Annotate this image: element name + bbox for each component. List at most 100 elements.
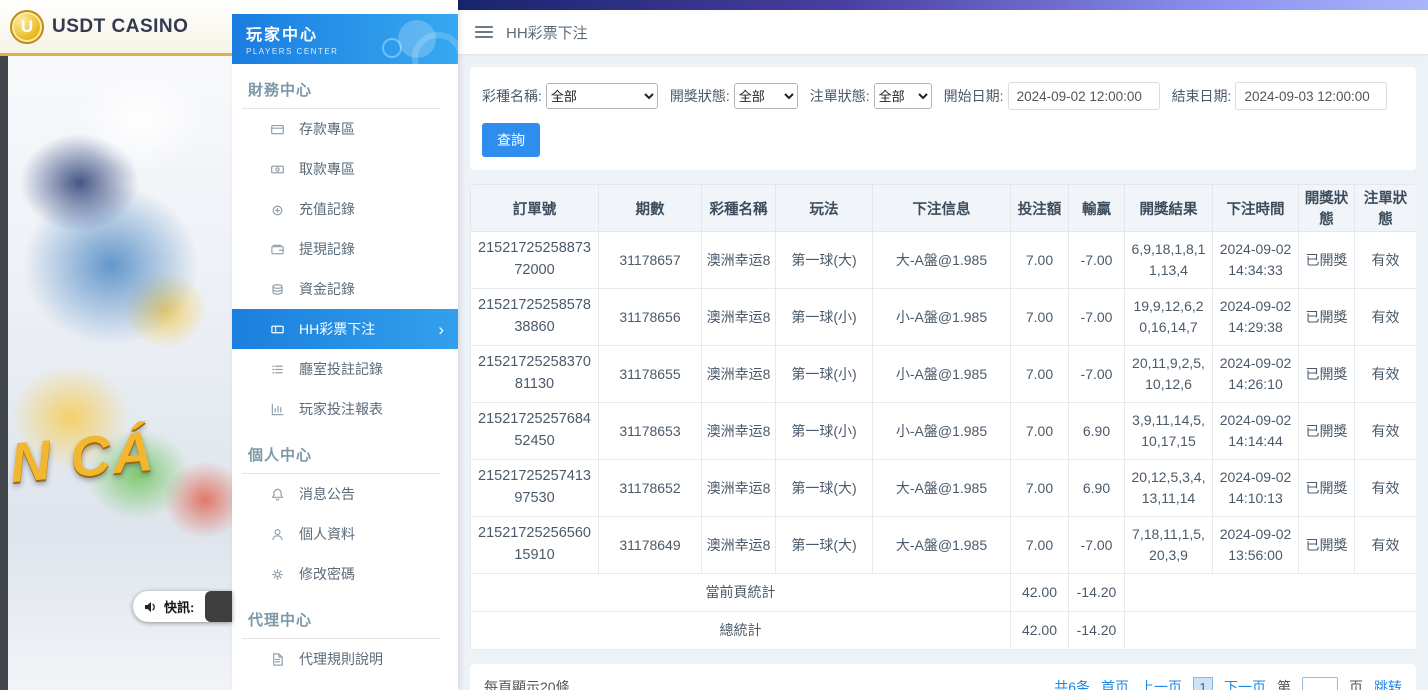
page-jump-input[interactable] [1302,677,1338,690]
first-page-link[interactable]: 首页 [1101,677,1129,690]
current-page-indicator[interactable]: 1 [1193,677,1213,690]
col-amount: 投注額 [1011,185,1069,232]
page-header: HH彩票下注 [458,10,1428,55]
cell-draw-status: 已開獎 [1299,289,1355,346]
recharge-record-icon [270,202,285,217]
cell-play: 第一球(大) [776,460,873,517]
page-title: HH彩票下注 [506,22,588,43]
col-lottery: 彩種名稱 [702,185,776,232]
cell-draw-status: 已開獎 [1299,346,1355,403]
sidebar-item-hh-lottery-bets[interactable]: HH彩票下注 › [232,309,458,349]
cell-play: 第一球(小) [776,346,873,403]
col-order-status: 注單狀態 [1355,185,1417,232]
end-date-label: 結束日期: [1172,86,1232,106]
main-content: HH彩票下注 彩種名稱: 全部 開獎狀態: 全部 注單狀態: [458,0,1428,690]
col-winloss: 輸贏 [1069,185,1125,232]
sidebar-item-deposit[interactable]: 存款專區 [232,109,458,149]
password-icon [270,567,285,582]
page-stats-label: 當前頁統計 [471,574,1011,612]
cell-result: 20,11,9,2,5,10,12,6 [1125,346,1213,403]
end-date-input[interactable] [1235,82,1387,110]
cell-time: 2024-09-02 14:26:10 [1213,346,1299,403]
sidebar-item-withdraw[interactable]: 取款專區 [232,149,458,189]
sidebar-item-recharge-record[interactable]: 充值記錄 [232,189,458,229]
col-period: 期數 [599,185,702,232]
total-stats-row: 總統計 42.00 -14.20 [471,612,1417,650]
cell-period: 31178649 [599,517,702,574]
sidebar-item-label: 存款專區 [299,119,355,139]
total-stats-winloss: -14.20 [1069,612,1125,650]
search-button[interactable]: 查詢 [482,123,540,157]
table-row: 2152172525768452450 31178653 澳洲幸运8 第一球(小… [471,403,1417,460]
start-date-input[interactable] [1008,82,1160,110]
cell-bet-info: 大-A盤@1.985 [873,232,1011,289]
sidebar-item-funds-record[interactable]: 資金記錄 [232,269,458,309]
col-time: 下注時間 [1213,185,1299,232]
cell-draw-status: 已開獎 [1299,460,1355,517]
logo-text: USDT CASINO [52,16,188,38]
funds-record-icon [270,282,285,297]
col-draw-status: 開獎狀態 [1299,185,1355,232]
table-row: 2152172525656015910 31178649 澳洲幸运8 第一球(大… [471,517,1417,574]
cell-order: 2152172525741397530 [471,460,599,517]
personal-menu: 消息公告 個人資料 修改密碼 [232,474,458,594]
cell-result: 20,12,5,3,4,13,11,14 [1125,460,1213,517]
page-stats-bet: 42.00 [1011,574,1069,612]
lottery-filter: 彩種名稱: 全部 [482,83,658,109]
sidebar-item-announcements[interactable]: 消息公告 [232,474,458,514]
cell-order-status: 有效 [1355,346,1417,403]
cell-order: 2152172525857838860 [471,289,599,346]
sidebar-item-player-report[interactable]: 玩家投注報表 [232,389,458,429]
cell-bet-info: 小-A盤@1.985 [873,346,1011,403]
draw-status-select[interactable]: 全部 [734,83,798,109]
sidebar-item-change-password[interactable]: 修改密碼 [232,554,458,594]
cell-lottery: 澳洲幸运8 [702,232,776,289]
hamburger-menu-icon[interactable] [475,26,493,38]
cell-play: 第一球(小) [776,403,873,460]
player-report-icon [270,402,285,417]
cell-bet-info: 大-A盤@1.985 [873,460,1011,517]
sidebar-item-withdraw-record[interactable]: 提現記錄 [232,229,458,269]
cell-time: 2024-09-02 14:34:33 [1213,232,1299,289]
player-center-sidebar: 玩家中心 PLAYERS CENTER 財務中心 存款專區 取款專區 充值記錄 … [232,0,458,690]
profile-icon [270,527,285,542]
cell-amount: 7.00 [1011,346,1069,403]
sidebar-item-label: 資金記錄 [299,279,355,299]
cell-order: 2152172525887372000 [471,232,599,289]
sidebar-item-label: 提現記錄 [299,239,355,259]
quick-news-bar: 快訊: [133,591,232,622]
section-title-agent: 代理中心 [242,594,440,639]
cell-amount: 7.00 [1011,289,1069,346]
sidebar-header: 玩家中心 PLAYERS CENTER [232,14,458,64]
table-row: 2152172525857838860 31178656 澳洲幸运8 第一球(小… [471,289,1417,346]
next-page-link[interactable]: 下一页 [1224,677,1266,690]
sidebar-item-label: 取款專區 [299,159,355,179]
cell-winloss: -7.00 [1069,289,1125,346]
announcement-icon [270,487,285,502]
sidebar-item-room-bet-records[interactable]: 廳室投註記錄 [232,349,458,389]
cell-draw-status: 已開獎 [1299,403,1355,460]
withdraw-record-icon [270,242,285,257]
total-stats-empty [1125,612,1417,650]
site-logo[interactable]: U USDT CASINO [0,0,232,56]
jump-link[interactable]: 跳转 [1374,677,1402,690]
cell-time: 2024-09-02 13:56:00 [1213,517,1299,574]
cell-lottery: 澳洲幸运8 [702,346,776,403]
sidebar-item-agent-rules[interactable]: 代理規則說明 [232,639,458,679]
finance-menu: 存款專區 取款專區 充值記錄 提現記錄 資金記錄 HH彩票下注 › 廳室投註記錄 [232,109,458,429]
banner-text: N CÁ [7,418,157,495]
cell-period: 31178655 [599,346,702,403]
lottery-select[interactable]: 全部 [546,83,658,109]
cell-bet-info: 小-A盤@1.985 [873,289,1011,346]
cell-time: 2024-09-02 14:29:38 [1213,289,1299,346]
sidebar-item-profile[interactable]: 個人資料 [232,514,458,554]
pagination-bar: 每頁顯示20條 共6条 首页 上一页 1 下一页 第 页 跳转 [470,664,1416,690]
sidebar-item-label: HH彩票下注 [299,319,375,339]
cell-play: 第一球(大) [776,232,873,289]
prev-page-link[interactable]: 上一页 [1140,677,1182,690]
cell-period: 31178656 [599,289,702,346]
chevron-right-icon: › [438,321,444,338]
order-status-select[interactable]: 全部 [874,83,932,109]
sidebar-item-label: 充值記錄 [299,199,355,219]
section-title-finance: 財務中心 [242,64,440,109]
